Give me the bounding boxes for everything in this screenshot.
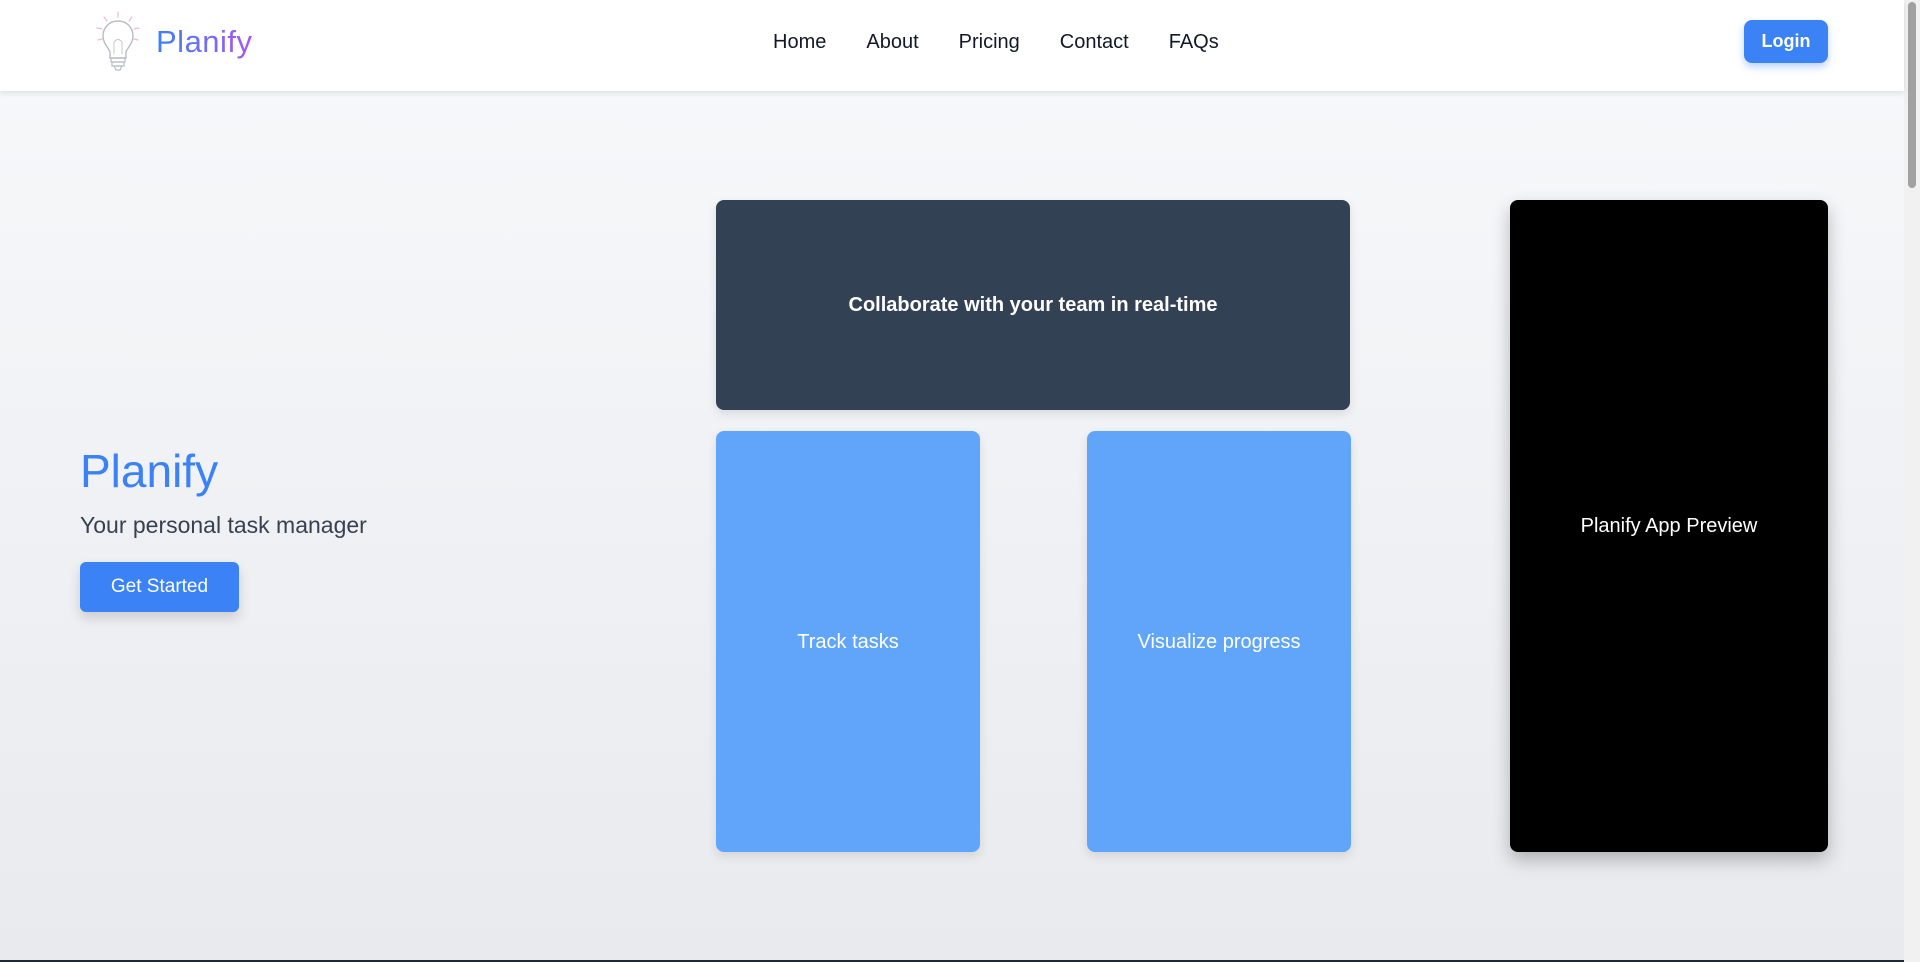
brand-name: Planify bbox=[156, 24, 253, 59]
feature-card-track: Track tasks bbox=[716, 431, 980, 852]
app-preview-panel: Planify App Preview bbox=[1510, 200, 1828, 852]
get-started-button[interactable]: Get Started bbox=[80, 562, 239, 612]
app-preview-label: Planify App Preview bbox=[1580, 515, 1758, 537]
hero-title: Planify bbox=[80, 445, 219, 497]
nav-link-about[interactable]: About bbox=[866, 28, 918, 56]
feature-card-collaborate: Collaborate with your team in real-time bbox=[716, 200, 1350, 410]
feature-card-track-label: Track tasks bbox=[797, 630, 899, 653]
scrollbar-thumb[interactable] bbox=[1908, 2, 1916, 188]
nav-link-pricing[interactable]: Pricing bbox=[959, 28, 1020, 56]
feature-card-collaborate-label: Collaborate with your team in real-time bbox=[848, 294, 1218, 316]
feature-card-visualize: Visualize progress bbox=[1087, 431, 1351, 852]
feature-card-visualize-label: Visualize progress bbox=[1137, 630, 1301, 653]
page-scrollbar[interactable] bbox=[1904, 0, 1920, 962]
main-nav: Home About Pricing Contact FAQs bbox=[773, 28, 1219, 56]
lightbulb-icon bbox=[96, 11, 140, 71]
nav-link-faqs[interactable]: FAQs bbox=[1169, 28, 1219, 56]
login-button[interactable]: Login bbox=[1744, 20, 1828, 63]
navbar: Planify Home About Pricing Contact FAQs … bbox=[0, 0, 1904, 91]
nav-link-home[interactable]: Home bbox=[773, 28, 826, 56]
nav-link-contact[interactable]: Contact bbox=[1060, 28, 1129, 56]
brand-logo-link[interactable]: Planify bbox=[94, 10, 253, 74]
hero-subtitle: Your personal task manager bbox=[80, 512, 367, 538]
